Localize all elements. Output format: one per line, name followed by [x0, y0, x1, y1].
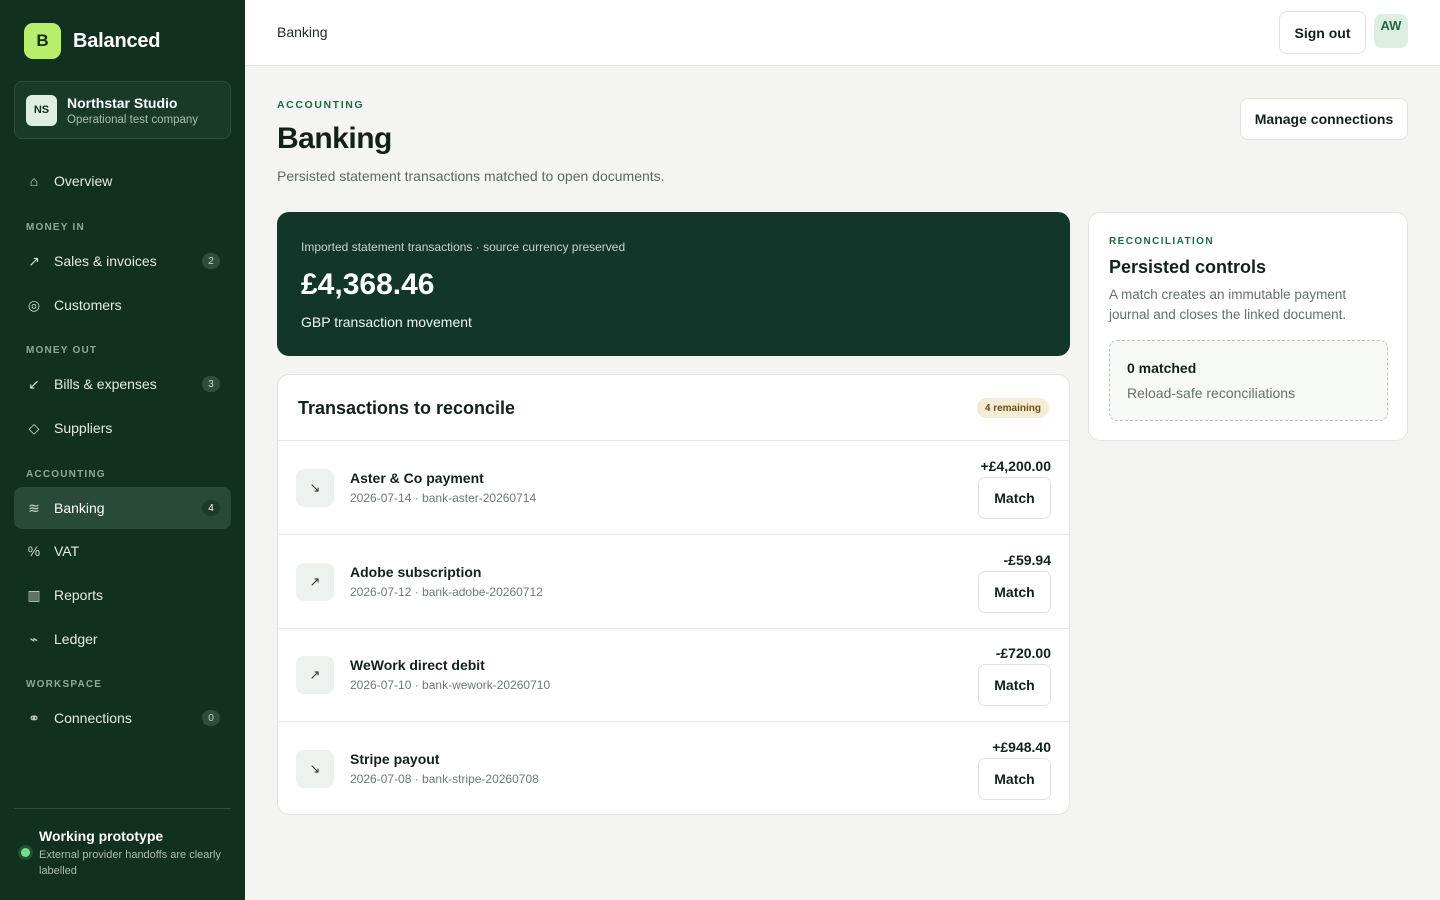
reconciliation-title: Persisted controls: [1109, 257, 1267, 277]
matched-summary: 0 matched Reload-safe reconciliations: [1109, 340, 1388, 421]
count-badge: 3: [202, 376, 220, 392]
sidebar-item-label: Banking: [54, 500, 105, 516]
transaction-meta: 2026-07-12 · bank-adobe-20260712: [350, 585, 543, 599]
waves-icon: ≋: [28, 499, 40, 516]
transaction-name: Stripe payout: [350, 751, 440, 767]
prototype-notice: Working prototype External provider hand…: [20, 828, 230, 879]
trend-icon: ⌁: [29, 630, 39, 647]
transaction-name: Adobe subscription: [350, 564, 482, 580]
transaction-row: ↗ WeWork direct debit 2026-07-10 · bank-…: [278, 628, 1069, 722]
reconciliation-description: A match creates an immutable payment jou…: [1109, 287, 1347, 322]
arrow-down-left-icon: ↙: [28, 375, 40, 392]
sidebar-item-suppliers[interactable]: ◇ Suppliers: [14, 407, 231, 449]
transaction-row: ↘ Aster & Co payment 2026-07-14 · bank-a…: [278, 441, 1069, 535]
target-icon: ◎: [27, 296, 41, 313]
reconciliation-card: RECONCILIATION Persisted controls A matc…: [1088, 212, 1408, 441]
sidebar-divider: [14, 808, 231, 809]
match-button[interactable]: Match: [978, 571, 1051, 613]
sidebar-item-label: Customers: [54, 297, 122, 313]
nav-section-money-in: MONEY IN: [26, 222, 85, 233]
sidebar-item-label: Suppliers: [54, 420, 113, 436]
transactions-card: Transactions to reconcile 4 remaining ↘ …: [277, 374, 1070, 815]
columns-icon: ▥: [27, 586, 41, 603]
count-badge: 2: [202, 253, 220, 269]
prototype-title: Working prototype: [39, 828, 164, 844]
nav-section-workspace: WORKSPACE: [26, 679, 103, 690]
transaction-meta: 2026-07-14 · bank-aster-20260714: [350, 491, 537, 505]
transaction-row: ↗ Adobe subscription 2026-07-12 · bank-a…: [278, 535, 1069, 629]
sidebar-item-vat[interactable]: % VAT: [14, 530, 231, 572]
company-subtitle: Operational test company: [67, 113, 199, 126]
transaction-name: Aster & Co payment: [350, 470, 484, 486]
sign-out-button[interactable]: Sign out: [1279, 11, 1366, 54]
sidebar-item-sales-invoices[interactable]: ↗ Sales & invoices 2: [14, 240, 231, 282]
breadcrumb: Banking: [277, 24, 328, 40]
link-icon: ⚭: [28, 709, 40, 726]
topbar: Banking Sign out AW: [245, 0, 1440, 66]
remaining-badge: 4 remaining: [976, 398, 1049, 418]
sidebar-item-label: VAT: [54, 543, 80, 559]
transaction-row: ↘ Stripe payout 2026-07-08 · bank-stripe…: [278, 722, 1069, 814]
prototype-subtitle: External provider handoffs are clearly l…: [39, 849, 222, 877]
count-badge: 0: [202, 710, 220, 726]
summary-amount: £4,368.46: [301, 268, 435, 301]
sidebar-item-label: Sales & invoices: [54, 253, 157, 269]
sidebar-item-connections[interactable]: ⚭ Connections 0: [14, 697, 231, 739]
transactions-title: Transactions to reconcile: [298, 398, 516, 418]
arrow-down-right-icon: ↘: [296, 750, 334, 788]
sidebar-item-overview[interactable]: ⌂ Overview: [14, 160, 231, 202]
transaction-amount: -£720.00: [995, 645, 1051, 661]
sidebar-item-label: Overview: [54, 173, 113, 189]
transaction-amount: -£59.94: [1003, 552, 1051, 568]
arrow-up-right-icon: ↗: [296, 563, 334, 601]
company-name: Northstar Studio: [67, 94, 178, 111]
transaction-meta: 2026-07-08 · bank-stripe-20260708: [350, 772, 539, 786]
home-icon: ⌂: [29, 173, 39, 189]
user-avatar[interactable]: AW: [1374, 14, 1408, 48]
arrow-up-right-icon: ↗: [28, 252, 40, 269]
match-button[interactable]: Match: [978, 758, 1051, 800]
matched-note: Reload-safe reconciliations: [1127, 385, 1296, 401]
transactions-header: Transactions to reconcile 4 remaining: [278, 375, 1069, 441]
sidebar-item-bills-expenses[interactable]: ↙ Bills & expenses 3: [14, 363, 231, 405]
summary-card: Imported statement transactions · source…: [277, 212, 1070, 356]
match-button[interactable]: Match: [978, 664, 1051, 706]
nav-section-money-out: MONEY OUT: [26, 345, 98, 356]
arrow-down-right-icon: ↘: [296, 469, 334, 507]
match-button[interactable]: Match: [978, 477, 1051, 519]
company-avatar: NS: [26, 94, 57, 126]
sidebar: B Balanced NS Northstar Studio Operation…: [0, 0, 245, 900]
arrow-up-right-icon: ↗: [296, 656, 334, 694]
sidebar-item-customers[interactable]: ◎ Customers: [14, 284, 231, 326]
transaction-name: WeWork direct debit: [350, 657, 485, 673]
reconciliation-eyebrow: RECONCILIATION: [1109, 236, 1214, 247]
nav-section-accounting: ACCOUNTING: [26, 469, 106, 480]
transaction-meta: 2026-07-10 · bank-wework-20260710: [350, 678, 551, 692]
page-eyebrow: ACCOUNTING: [277, 99, 365, 111]
sidebar-item-reports[interactable]: ▥ Reports: [14, 574, 231, 616]
brand-logo: B: [24, 23, 61, 59]
transaction-amount: +£4,200.00: [980, 458, 1051, 474]
summary-label: GBP transaction movement: [301, 314, 472, 330]
status-dot-icon: [21, 848, 30, 857]
percent-icon: %: [27, 543, 41, 559]
manage-connections-button[interactable]: Manage connections: [1240, 98, 1408, 140]
page-subtitle: Persisted statement transactions matched…: [277, 168, 665, 184]
sidebar-item-label: Bills & expenses: [54, 376, 157, 392]
page-title: Banking: [277, 122, 392, 155]
count-badge: 4: [202, 500, 220, 516]
summary-caption: Imported statement transactions · source…: [301, 240, 626, 254]
brand-name: Balanced: [73, 29, 161, 52]
diamond-icon: ◇: [28, 419, 40, 436]
sidebar-item-ledger[interactable]: ⌁ Ledger: [14, 618, 231, 660]
matched-count: 0 matched: [1127, 360, 1197, 376]
sidebar-item-label: Ledger: [54, 631, 98, 647]
sidebar-item-label: Reports: [54, 587, 104, 603]
brand[interactable]: B Balanced: [24, 23, 161, 59]
sidebar-item-banking[interactable]: ≋ Banking 4: [14, 487, 231, 529]
sidebar-item-label: Connections: [54, 710, 132, 726]
transaction-amount: +£948.40: [992, 739, 1051, 755]
company-switcher[interactable]: NS Northstar Studio Operational test com…: [14, 81, 231, 139]
